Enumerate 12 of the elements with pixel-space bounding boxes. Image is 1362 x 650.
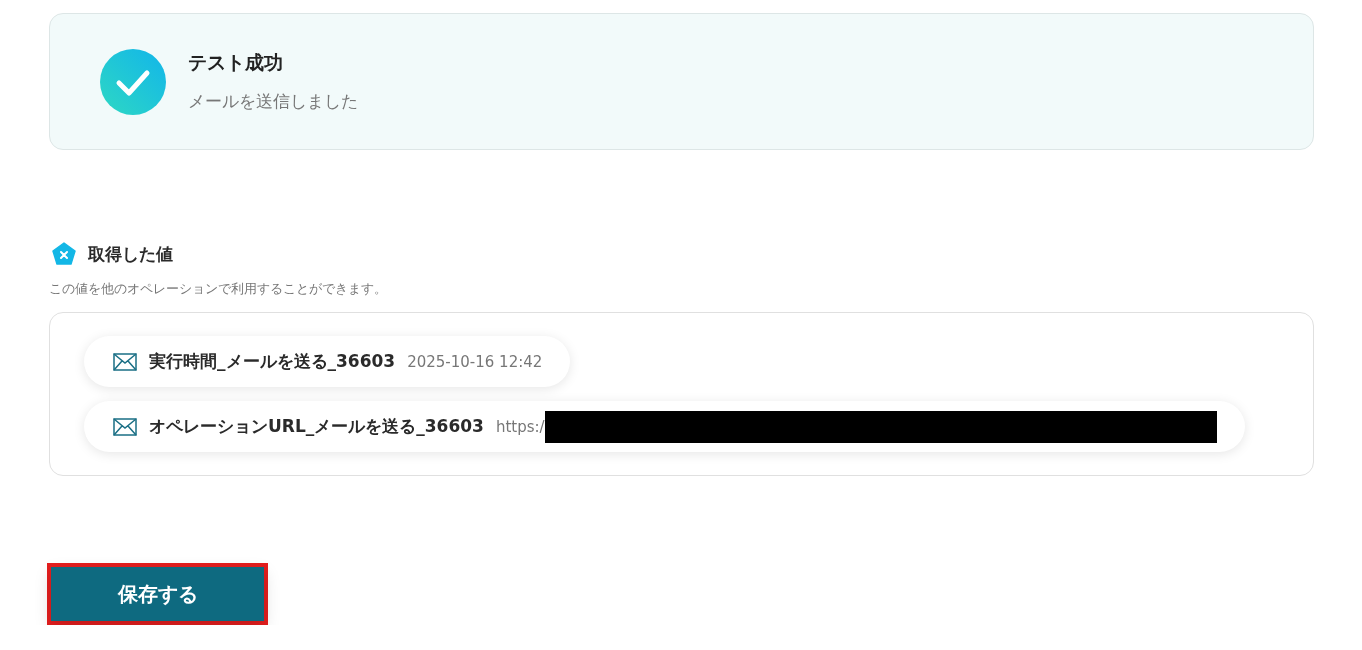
value-chip[interactable]: オペレーションURL_メールを送る_36603 https:/ (84, 401, 1245, 452)
section-title: 取得した値 (88, 243, 173, 266)
save-button[interactable]: 保存する (51, 567, 264, 621)
value-text: 2025-10-16 12:42 (407, 352, 543, 371)
envelope-icon (113, 352, 137, 371)
envelope-icon (113, 417, 137, 436)
result-title: テスト成功 (188, 50, 284, 75)
result-message: メールを送信しました (188, 90, 358, 113)
pentagon-icon (52, 242, 78, 267)
value-text: https:/ (495, 417, 545, 436)
section-description: この値を他のオペレーションで利用することができます。 (49, 281, 388, 298)
value-chip[interactable]: 実行時間_メールを送る_36603 2025-10-16 12:42 (84, 336, 571, 387)
